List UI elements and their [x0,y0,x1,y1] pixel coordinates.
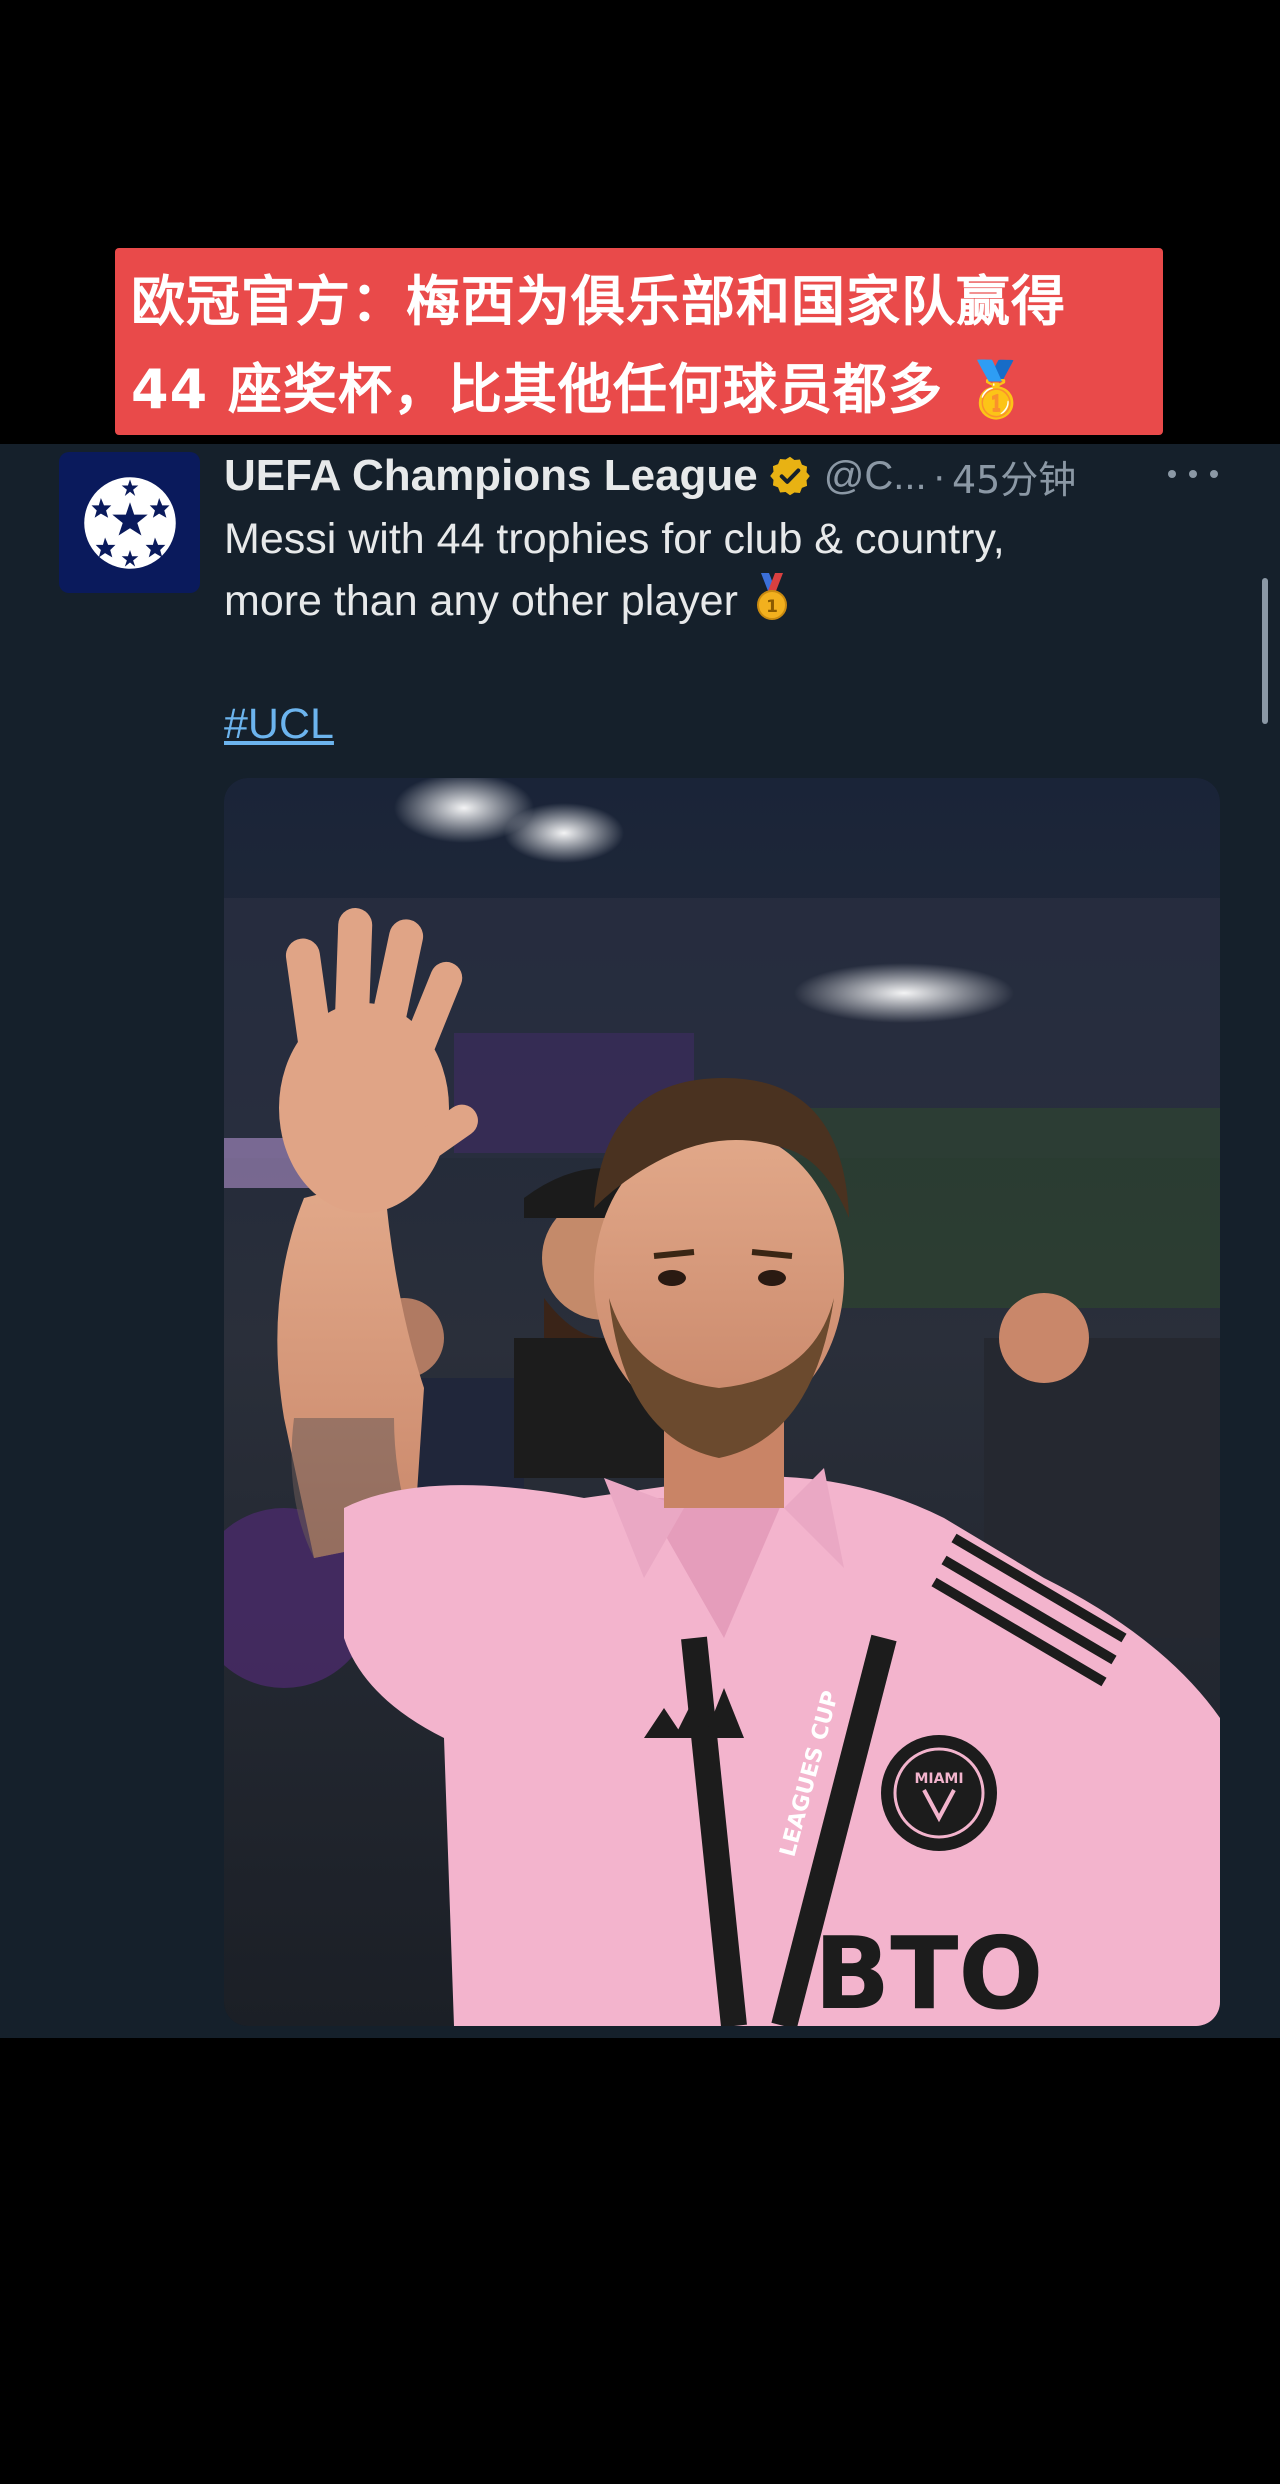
scrollbar-thumb[interactable] [1262,578,1268,724]
more-dot [1210,470,1218,478]
svg-text:1: 1 [766,597,778,617]
profile-avatar[interactable] [59,452,200,593]
tweet-text-line-2: more than any other player 1 [224,570,1184,640]
account-handle[interactable]: @C... [824,454,927,499]
tweet-photo[interactable]: LEAGUES CUP MIAMI BTO [224,778,1220,2026]
tweet-text-line-1: Messi with 44 trophies for club & countr… [224,515,1005,563]
medal-icon: 1 [752,573,792,640]
badge-city-text: MIAMI [914,1771,963,1787]
ucl-starball-icon [83,476,176,569]
hashtag-link[interactable]: #UCL [224,693,334,755]
headline-banner: 欧冠官方：梅西为俱乐部和国家队赢得 44 座奖杯，比其他任何球员都多 🥇 [115,248,1163,435]
photo-illustration: LEAGUES CUP MIAMI BTO [224,778,1220,2026]
more-options-icon[interactable] [1168,462,1218,486]
display-name[interactable]: UEFA Champions League [224,451,758,501]
headline-line-1: 欧冠官方：梅西为俱乐部和国家队赢得 [131,270,1066,333]
jersey-sponsor-text: BTO [814,1915,1043,2026]
tweet-header: UEFA Champions League @C... · 45分钟 [224,448,1224,504]
post-time[interactable]: 45分钟 [952,449,1076,504]
verified-badge-icon [768,454,812,498]
more-dot [1168,470,1176,478]
headline-line-2: 44 座奖杯，比其他任何球员都多 🥇 [131,358,1031,421]
more-dot [1189,470,1197,478]
header-separator: · [932,453,946,498]
tweet-text-line-2-words: more than any other player [224,577,738,625]
tweet-text: Messi with 44 trophies for club & countr… [224,508,1184,640]
